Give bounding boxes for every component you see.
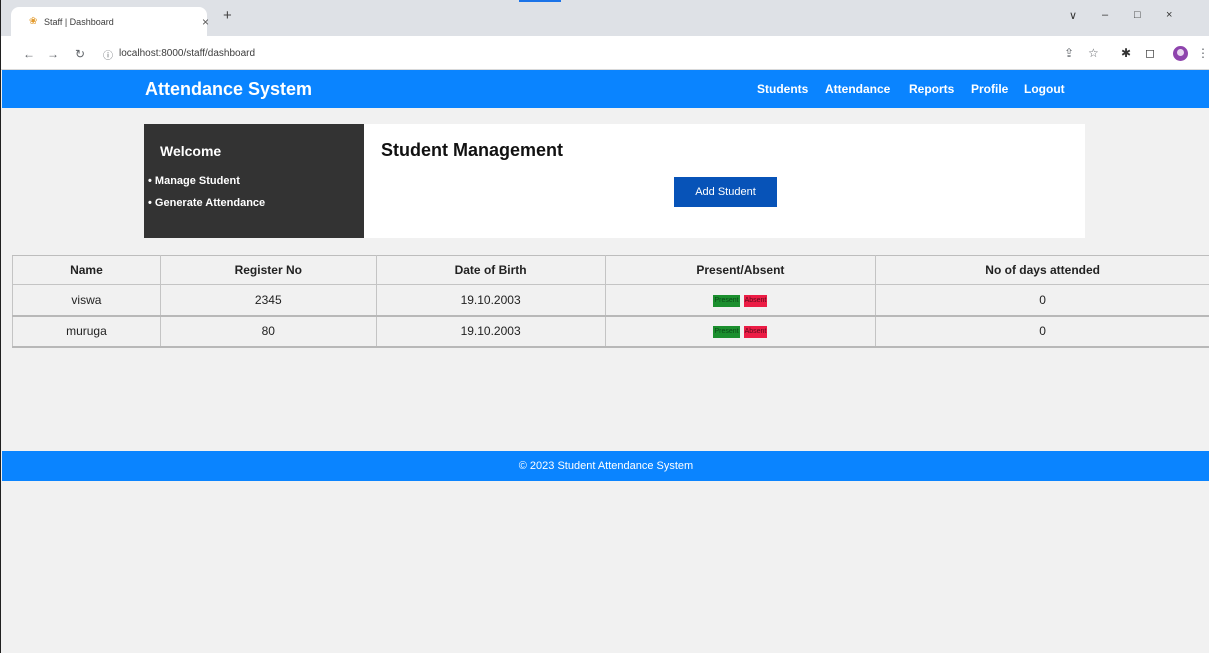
site-footer: © 2023 Student Attendance System xyxy=(2,451,1209,481)
window-close-icon[interactable]: × xyxy=(1166,9,1172,21)
forward-icon[interactable]: → xyxy=(47,47,59,61)
cell-attendance-actions: Present Absent xyxy=(604,284,877,317)
cell-attendance-actions: Present Absent xyxy=(604,315,877,348)
cell-dob: 19.10.2003 xyxy=(375,315,606,348)
cell-dob: 19.10.2003 xyxy=(375,284,606,317)
extensions-icon[interactable]: ✱ xyxy=(1121,46,1131,60)
cell-name: muruga xyxy=(12,315,161,348)
url-field[interactable]: localhost:8000/staff/dashboard xyxy=(119,48,255,59)
nav-attendance[interactable]: Attendance xyxy=(825,82,890,96)
absent-button[interactable]: Absent xyxy=(743,325,768,338)
tab-search-icon[interactable]: ∨ xyxy=(1069,9,1077,22)
share-icon[interactable]: ⇪ xyxy=(1064,46,1074,60)
table-header-row: Name Register No Date of Birth Present/A… xyxy=(12,255,1209,285)
sidebar-item-label: Manage Student xyxy=(154,175,240,187)
nav-logout[interactable]: Logout xyxy=(1024,82,1065,96)
column-header-present-absent: Present/Absent xyxy=(604,255,877,285)
browser-window: ❀ Staff | Dashboard × + ∨ – □ × ← → ↻ ⓘ … xyxy=(0,0,1209,653)
sidebar-item-manage-student[interactable]: • Manage Student xyxy=(148,175,240,187)
sidebar-item-generate-attendance[interactable]: • Generate Attendance xyxy=(148,197,265,209)
site-header: Attendance System Students Attendance Re… xyxy=(2,70,1209,108)
minimize-icon[interactable]: – xyxy=(1102,9,1108,21)
page-title: Student Management xyxy=(381,140,564,160)
welcome-title: Welcome xyxy=(160,143,222,159)
nav-profile[interactable]: Profile xyxy=(971,82,1008,96)
cell-name: viswa xyxy=(12,284,161,317)
profile-avatar-icon[interactable] xyxy=(1173,46,1188,61)
table-row: viswa 2345 19.10.2003 Present Absent 0 xyxy=(12,284,1209,317)
bookmark-star-icon[interactable]: ☆ xyxy=(1088,46,1099,60)
add-student-button[interactable]: Add Student xyxy=(674,177,777,207)
footer-copyright: © 2023 Student Attendance System xyxy=(518,460,694,472)
nav-reports[interactable]: Reports xyxy=(909,82,954,96)
present-button[interactable]: Present xyxy=(713,325,740,338)
site-favicon-icon: ❀ xyxy=(29,16,38,27)
site-info-icon[interactable]: ⓘ xyxy=(103,47,113,62)
column-header-register-no: Register No xyxy=(159,255,377,285)
tab-strip: ❀ Staff | Dashboard × + ∨ – □ × xyxy=(1,0,1209,36)
brand-title[interactable]: Attendance System xyxy=(145,79,312,100)
address-bar: ← → ↻ ⓘ localhost:8000/staff/dashboard ⇪… xyxy=(1,36,1209,70)
browser-tab[interactable]: ❀ Staff | Dashboard × xyxy=(11,7,209,36)
cell-days-attended: 0 xyxy=(875,284,1209,317)
tab-close-icon[interactable]: × xyxy=(202,15,209,29)
nav-students[interactable]: Students xyxy=(757,82,808,96)
tab-strip-accent xyxy=(519,0,561,2)
welcome-sidebar: Welcome • Manage Student • Generate Atte… xyxy=(144,124,364,238)
side-panel-icon[interactable]: ◻ xyxy=(1145,46,1155,60)
tab-title: Staff | Dashboard xyxy=(44,17,114,27)
present-button[interactable]: Present xyxy=(713,294,740,307)
column-header-name: Name xyxy=(12,255,161,285)
cell-register-no: 80 xyxy=(159,315,377,348)
cell-register-no: 2345 xyxy=(159,284,377,317)
new-tab-icon[interactable]: + xyxy=(223,7,232,24)
back-icon[interactable]: ← xyxy=(23,47,35,61)
column-header-dob: Date of Birth xyxy=(375,255,606,285)
column-header-days-attended: No of days attended xyxy=(875,255,1209,285)
cell-days-attended: 0 xyxy=(875,315,1209,348)
student-table: Name Register No Date of Birth Present/A… xyxy=(12,255,1209,348)
reload-icon[interactable]: ↻ xyxy=(75,47,85,61)
browser-menu-icon[interactable]: ⋮ xyxy=(1197,46,1209,60)
restore-icon[interactable]: □ xyxy=(1134,9,1141,21)
sidebar-item-label: Generate Attendance xyxy=(154,197,266,209)
table-row: muruga 80 19.10.2003 Present Absent 0 xyxy=(12,315,1209,348)
absent-button[interactable]: Absent xyxy=(743,294,768,307)
